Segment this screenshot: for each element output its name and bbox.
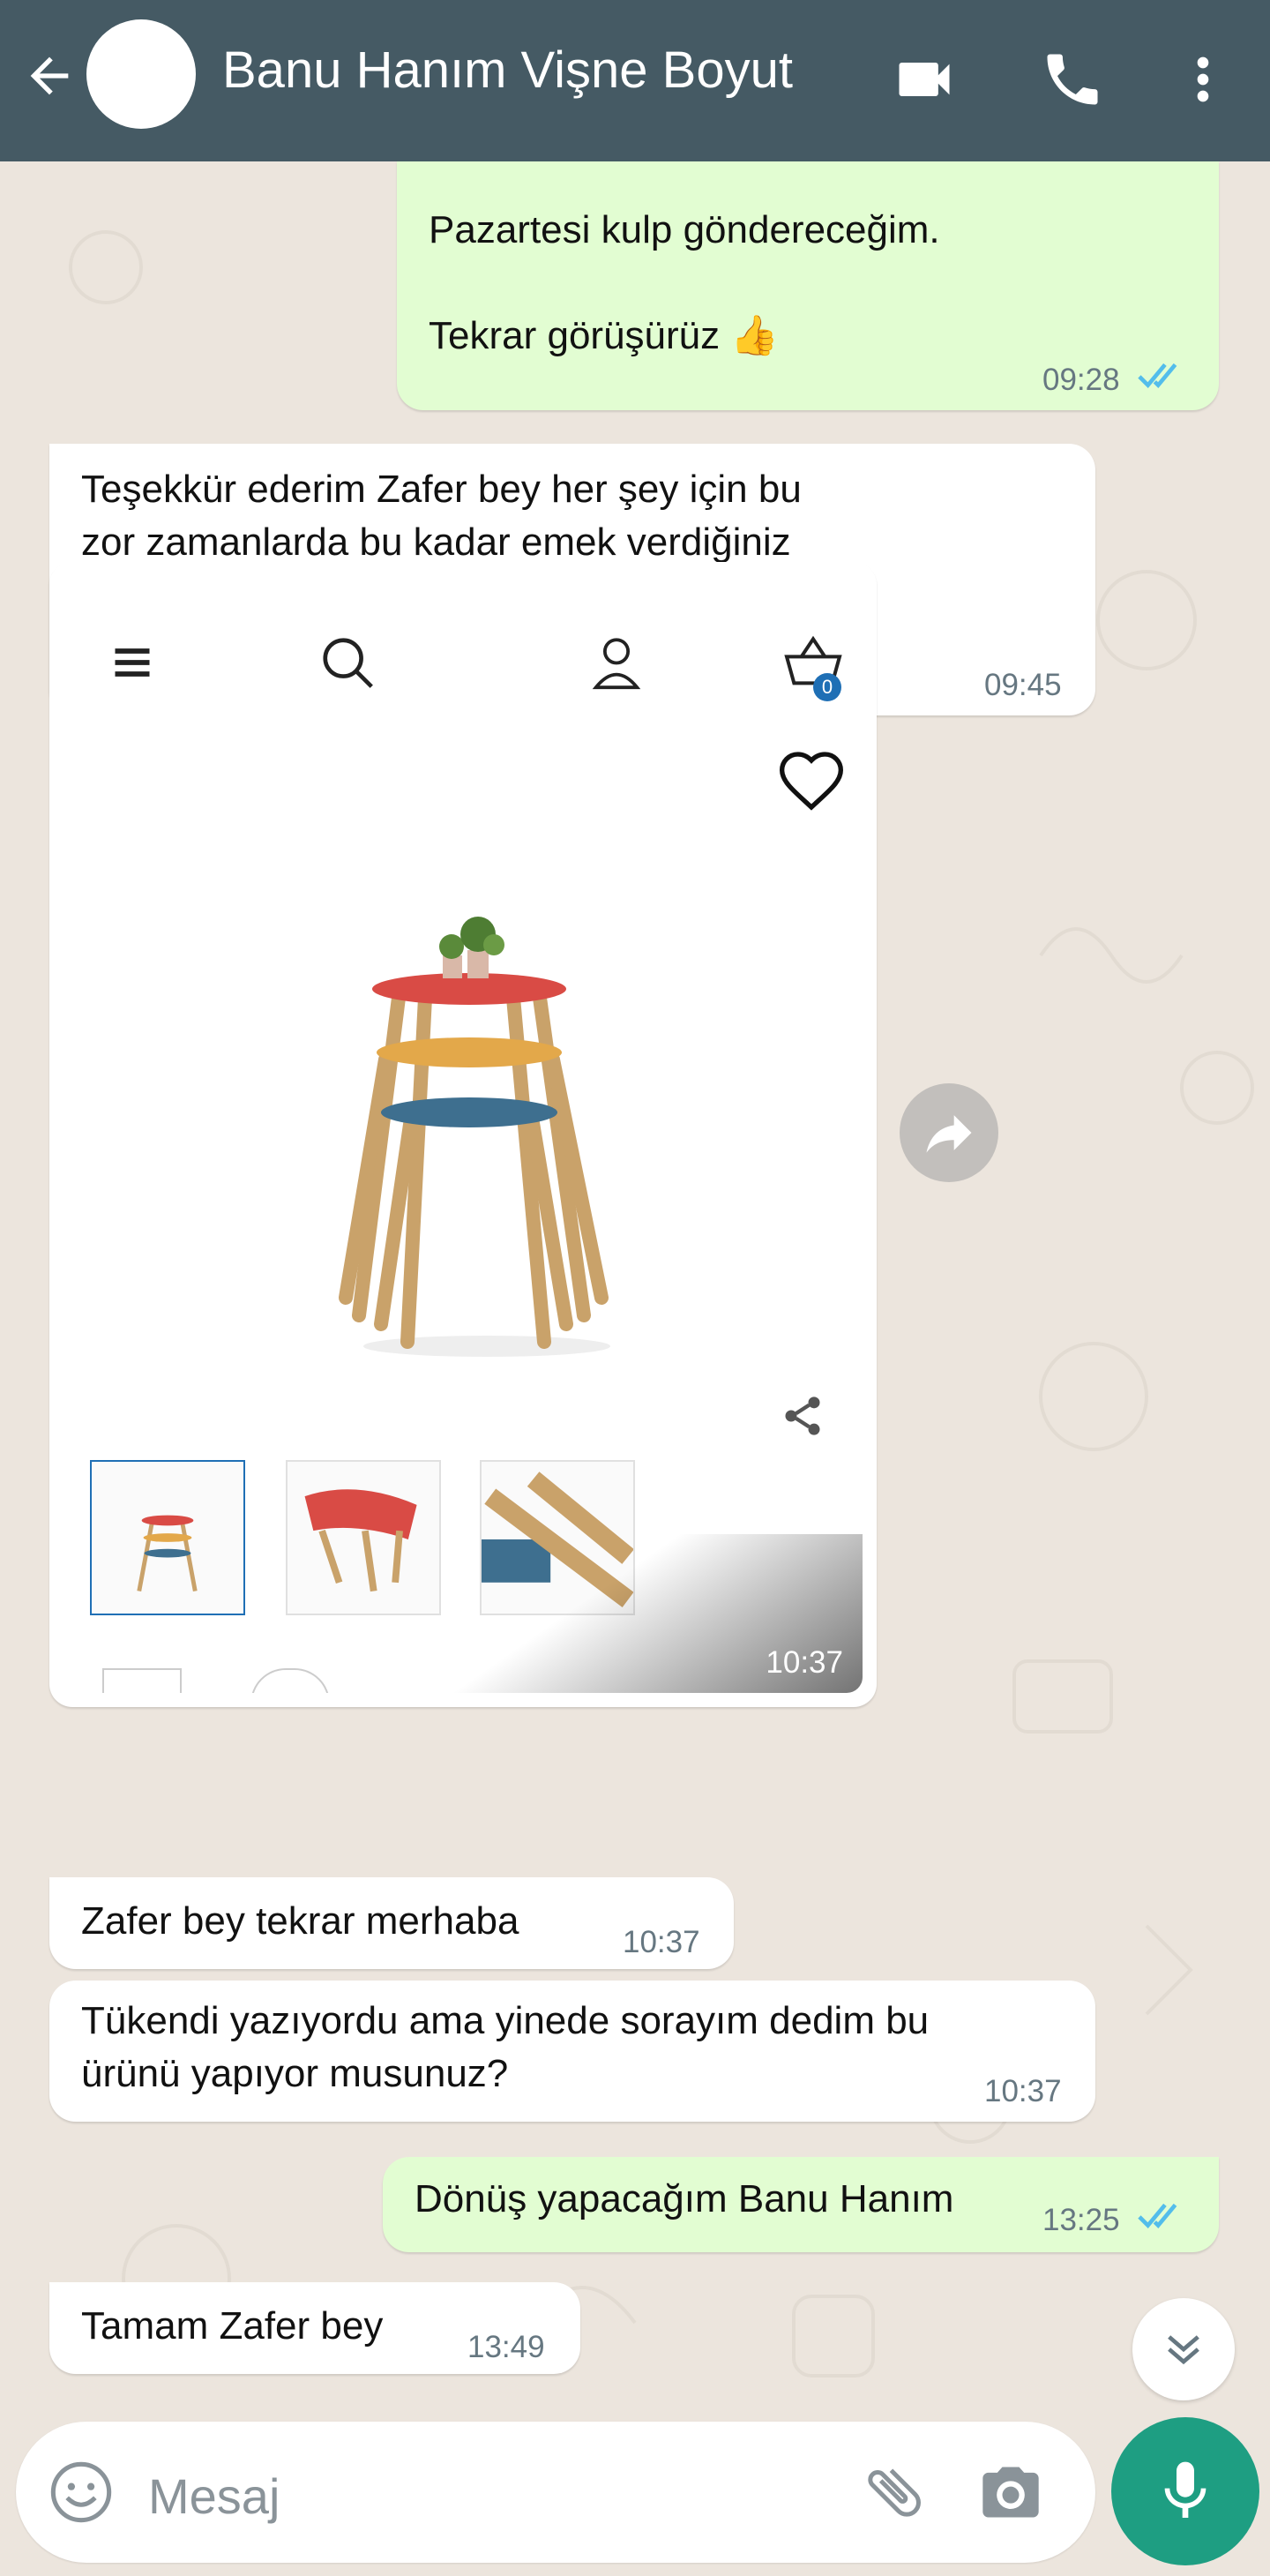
message-bubble-outgoing[interactable]: Dönüş yapacağım Banu Hanım 13:25 — [383, 2157, 1219, 2252]
message-bubble-incoming[interactable]: Zafer bey tekrar merhaba 10:37 — [49, 1877, 734, 1969]
message-bubble-incoming[interactable]: Tükendi yazıyordu ama yinede sorayım ded… — [49, 1981, 1095, 2122]
message-time: 13:25 — [1042, 2203, 1120, 2237]
cart-count-badge: 0 — [813, 673, 841, 701]
message-time: 09:45 — [984, 668, 1062, 702]
microphone-icon — [1164, 2461, 1206, 2518]
message-time: 10:37 — [766, 1645, 843, 1680]
scroll-down-button[interactable] — [1132, 2298, 1235, 2400]
read-ticks-icon — [1138, 2203, 1177, 2229]
image-shade — [64, 1534, 863, 1693]
message-bubble-outgoing[interactable]: Pazartesi kulp göndereceğim. Tekrar görü… — [397, 161, 1219, 410]
message-time: 10:37 — [623, 1925, 700, 1959]
message-text: Tükendi yazıyordu ama yinede sorayım ded… — [81, 1999, 930, 2095]
heart-icon — [779, 752, 844, 811]
read-ticks-icon — [1138, 363, 1177, 389]
message-composer[interactable]: Mesaj — [16, 2422, 1095, 2563]
message-bubble-incoming[interactable]: Tamam Zafer bey 13:49 — [49, 2282, 580, 2374]
more-vert-icon[interactable] — [1169, 46, 1236, 113]
menu-icon — [115, 648, 150, 677]
camera-icon[interactable] — [977, 2459, 1044, 2526]
forward-icon — [926, 1115, 972, 1153]
share-icon — [785, 1397, 820, 1435]
message-text: Pazartesi kulp göndereceğim. Tekrar görü… — [429, 208, 940, 357]
back-arrow-icon[interactable] — [21, 48, 78, 104]
attach-icon[interactable] — [859, 2457, 930, 2527]
user-icon — [592, 638, 641, 690]
message-time: 09:28 — [1042, 363, 1120, 397]
chat-header: Banu Hanım Vişne Boyut — [0, 0, 1270, 161]
avatar[interactable] — [86, 19, 196, 129]
message-input[interactable]: Mesaj — [148, 2467, 280, 2525]
image-message[interactable]: 0 10:37 — [49, 562, 877, 1707]
message-time: 13:49 — [467, 2330, 545, 2364]
double-chevron-down-icon — [1168, 2335, 1199, 2365]
video-call-icon[interactable] — [891, 46, 958, 113]
voice-record-button[interactable] — [1111, 2417, 1259, 2565]
phone-icon[interactable] — [1039, 46, 1106, 113]
contact-name[interactable]: Banu Hanım Vişne Boyut — [222, 41, 793, 100]
product-screenshot[interactable]: 0 10:37 — [64, 576, 863, 1693]
emoji-icon[interactable] — [48, 2459, 115, 2526]
message-text: Zafer bey tekrar merhaba — [81, 1899, 519, 1943]
search-icon — [323, 638, 373, 688]
message-text: Dönüş yapacağım Banu Hanım — [415, 2177, 954, 2220]
message-text: Tamam Zafer bey — [81, 2304, 384, 2348]
forward-button[interactable] — [900, 1083, 998, 1182]
product-image-stools — [339, 917, 610, 1357]
message-time: 10:37 — [984, 2074, 1062, 2108]
